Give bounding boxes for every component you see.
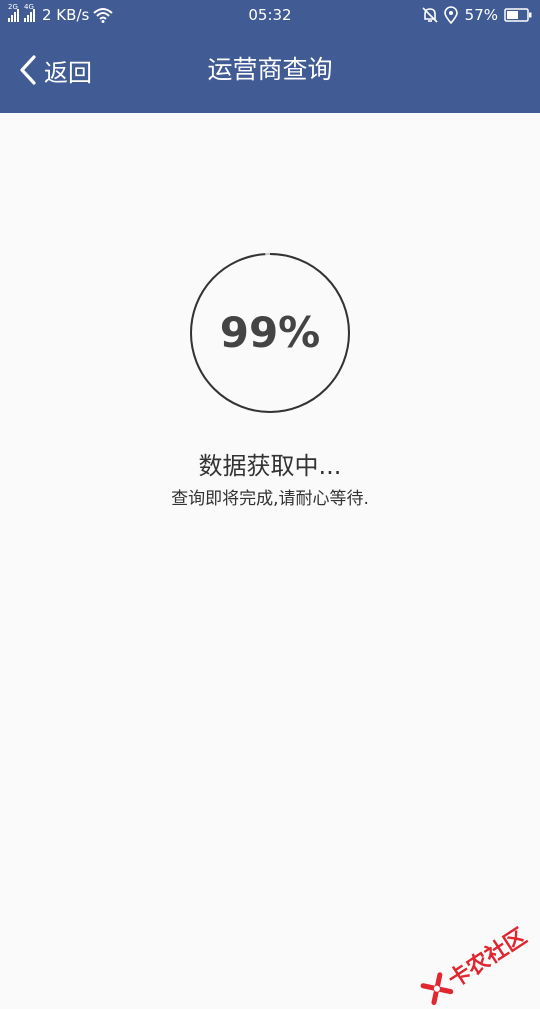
page-title: 运营商查询 xyxy=(207,55,333,84)
progress-ring: 99% xyxy=(189,252,351,414)
mute-bell-icon xyxy=(422,7,438,23)
battery-percent: 57% xyxy=(464,6,498,24)
status-right: 57% xyxy=(421,0,532,30)
progress-percent: 99% xyxy=(219,308,321,357)
watermark: 卡农社区 xyxy=(417,919,532,1009)
nav-bar: 返回 运营商查询 xyxy=(0,30,540,113)
signal-icon: 2G xyxy=(8,4,20,22)
signal-icon-2: 4G xyxy=(24,4,36,22)
status-bar: 2G 4G 2 KB/s 05:32 57% xyxy=(0,0,540,30)
battery-icon xyxy=(504,8,532,22)
network-type-label-2: 4G xyxy=(24,3,34,11)
wifi-icon xyxy=(93,8,113,23)
header: 2G 4G 2 KB/s 05:32 57% 返回 运营商查询 xyxy=(0,0,540,113)
network-speed: 2 KB/s xyxy=(42,6,90,24)
location-icon xyxy=(443,6,458,24)
status-left: 2G 4G 2 KB/s xyxy=(8,0,113,30)
loading-subtitle: 查询即将完成,请耐心等待. xyxy=(171,489,369,509)
watermark-text: 卡农社区 xyxy=(444,924,532,994)
network-type-label: 2G xyxy=(8,3,18,11)
loading-title: 数据获取中... xyxy=(198,452,342,480)
